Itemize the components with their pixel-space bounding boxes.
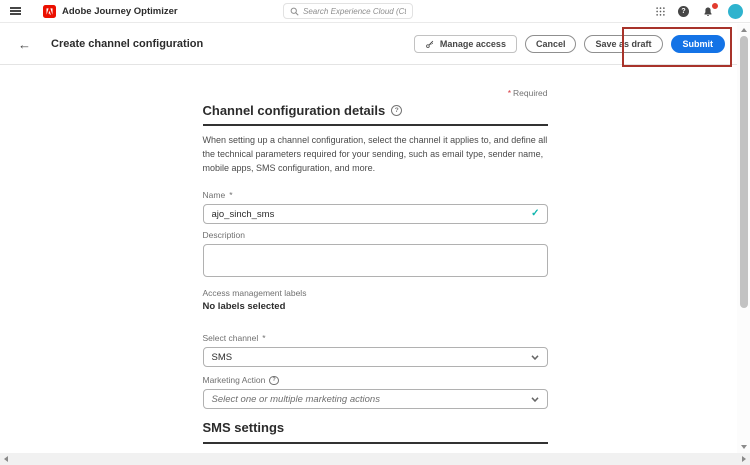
notification-badge (711, 2, 719, 10)
section-title-sms-settings: SMS settings (203, 420, 548, 435)
page-title: Create channel configuration (51, 38, 203, 50)
channel-select[interactable]: SMS (203, 347, 548, 367)
info-icon[interactable]: ? (391, 105, 402, 116)
search-box[interactable] (283, 3, 413, 19)
notifications-bell-icon[interactable] (702, 5, 715, 18)
section-title-channel-configuration: Channel configuration details ? (203, 103, 548, 118)
scroll-up-arrow[interactable] (741, 28, 747, 32)
submit-button[interactable]: Submit (671, 35, 726, 53)
description-label: Description (203, 230, 548, 240)
channel-select-value: SMS (212, 352, 233, 363)
vertical-scroll-thumb[interactable] (740, 36, 748, 308)
marketing-action-placeholder: Select one or multiple marketing actions (212, 394, 380, 405)
app-title: Adobe Journey Optimizer (62, 6, 178, 17)
required-asterisk: * (262, 333, 265, 343)
search-input[interactable] (303, 7, 406, 16)
description-input[interactable] (203, 244, 548, 277)
topbar-icons: ? (656, 4, 750, 19)
valid-check-icon: ✓ (531, 208, 539, 219)
help-tooltip-icon[interactable]: ? (269, 376, 279, 386)
menu-icon[interactable] (10, 5, 24, 16)
marketing-action-label: Marketing Action ? (203, 375, 548, 385)
chevron-down-icon (531, 355, 539, 360)
section-divider (203, 124, 548, 126)
topbar: Adobe Journey Optimizer ? (0, 0, 750, 23)
access-labels-value: No labels selected (203, 301, 548, 312)
marketing-action-select[interactable]: Select one or multiple marketing actions (203, 389, 548, 409)
save-as-draft-button[interactable]: Save as draft (584, 35, 662, 53)
scroll-down-arrow[interactable] (741, 445, 747, 449)
manage-access-label: Manage access (440, 39, 506, 49)
key-icon (425, 39, 435, 49)
main-content: *Required Channel configuration details … (0, 65, 750, 453)
name-label: Name * (203, 190, 548, 200)
search-icon (290, 7, 299, 16)
app-window: Adobe Journey Optimizer ? (0, 0, 750, 465)
action-bar: ← Create channel configuration Manage ac… (0, 24, 750, 65)
access-labels-label: Access management labels (203, 288, 548, 298)
manage-access-button[interactable]: Manage access (414, 35, 517, 53)
brand: Adobe Journey Optimizer (43, 5, 178, 18)
action-buttons: Manage access Cancel Save as draft Submi… (414, 35, 725, 53)
adobe-logo-icon (43, 5, 56, 18)
select-channel-label: Select channel * (203, 333, 548, 343)
scroll-left-arrow[interactable] (4, 456, 8, 462)
required-asterisk: * (229, 190, 232, 200)
required-asterisk: * (508, 88, 511, 98)
section-divider (203, 442, 548, 444)
scroll-right-arrow[interactable] (742, 456, 746, 462)
section-description: When setting up a channel configuration,… (203, 134, 548, 176)
back-arrow-icon[interactable]: ← (18, 38, 31, 51)
app-switcher-icon[interactable] (656, 7, 665, 16)
required-note: *Required (203, 88, 548, 98)
name-input[interactable] (203, 204, 548, 224)
chevron-down-icon (531, 397, 539, 402)
horizontal-scrollbar[interactable] (0, 453, 750, 465)
cancel-button[interactable]: Cancel (525, 35, 577, 53)
vertical-scrollbar[interactable] (737, 24, 750, 453)
avatar[interactable] (728, 4, 743, 19)
help-icon[interactable]: ? (678, 6, 689, 17)
